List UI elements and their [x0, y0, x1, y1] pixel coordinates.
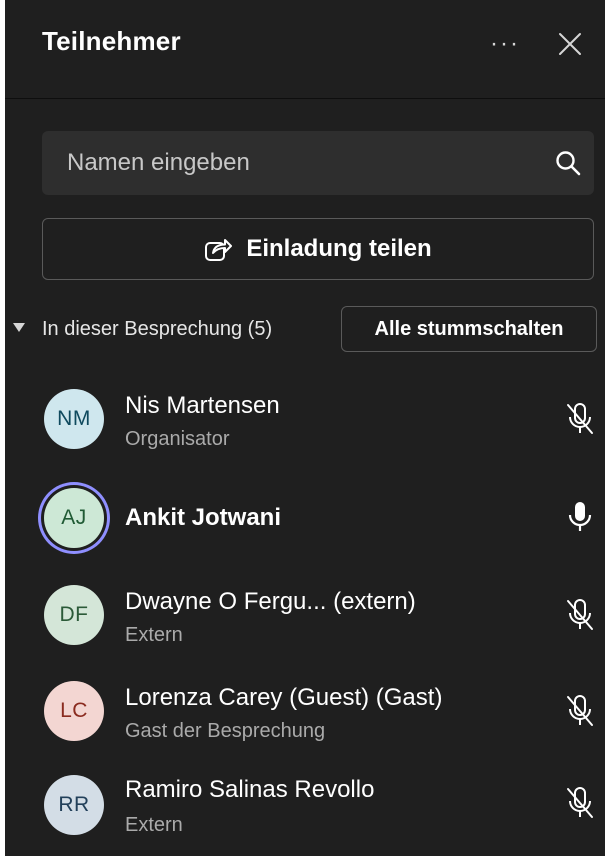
meeting-section-header: In dieser Besprechung (5) Alle stummscha…: [5, 306, 605, 354]
avatar: NM: [44, 389, 104, 449]
participant-row[interactable]: AJ Ankit Jotwani: [5, 470, 605, 566]
mute-all-button[interactable]: Alle stummschalten: [341, 306, 597, 352]
participant-name: Ramiro Salinas Revollo: [125, 776, 375, 803]
search-icon[interactable]: [554, 149, 582, 177]
share-icon: [205, 239, 233, 261]
close-button[interactable]: [550, 24, 590, 64]
participants-panel: Teilnehmer ··· Einladung teilen In diese…: [5, 0, 605, 856]
participant-role: Extern: [125, 624, 183, 646]
mic-off-icon[interactable]: [565, 694, 595, 728]
mic-off-icon[interactable]: [565, 786, 595, 820]
participant-row[interactable]: LC Lorenza Carey (Guest) (Gast) Gast der…: [5, 664, 605, 760]
meeting-section-label[interactable]: In dieser Besprechung (5): [42, 318, 272, 341]
participant-role: Extern: [125, 814, 183, 836]
more-options-icon: ···: [490, 30, 520, 57]
panel-title: Teilnehmer: [42, 26, 181, 56]
share-invite-button[interactable]: Einladung teilen: [42, 218, 594, 280]
participant-name: Dwayne O Fergu... (extern): [125, 588, 416, 615]
participant-row[interactable]: DF Dwayne O Fergu... (extern) Extern: [5, 568, 605, 664]
avatar: RR: [44, 775, 104, 835]
participant-row[interactable]: NM Nis Martensen Organisator: [5, 372, 605, 468]
avatar: AJ: [44, 488, 104, 548]
mic-on-icon[interactable]: [565, 500, 595, 534]
participant-name: Nis Martensen: [125, 392, 280, 419]
participant-name: Ankit Jotwani: [125, 504, 282, 531]
panel-header: Teilnehmer ···: [5, 0, 605, 99]
participant-role: Organisator: [125, 428, 230, 450]
participant-role: Gast der Besprechung: [125, 720, 326, 742]
mic-off-icon[interactable]: [565, 402, 595, 436]
avatar: LC: [44, 681, 104, 741]
search-box: [42, 131, 594, 195]
mic-off-icon[interactable]: [565, 598, 595, 632]
share-invite-label: Einladung teilen: [246, 235, 432, 262]
more-options-button[interactable]: ···: [485, 24, 525, 64]
search-input[interactable]: [42, 131, 522, 195]
participant-name: Lorenza Carey (Guest) (Gast): [125, 684, 443, 711]
collapse-caret-icon[interactable]: [13, 323, 25, 332]
avatar: DF: [44, 585, 104, 645]
close-icon: [559, 33, 581, 55]
participant-row[interactable]: RR Ramiro Salinas Revollo Extern: [5, 758, 605, 854]
